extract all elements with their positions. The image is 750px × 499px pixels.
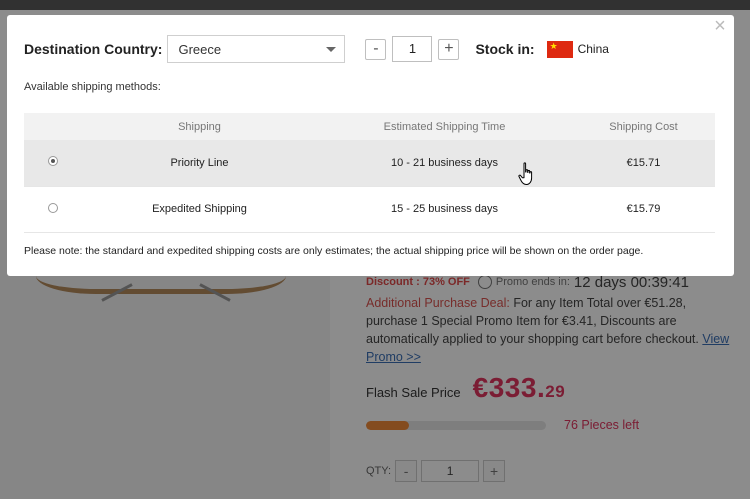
chevron-down-icon xyxy=(326,46,337,52)
close-icon[interactable]: × xyxy=(710,16,730,36)
shipping-modal: × Destination Country: Greece - 1 + Stoc… xyxy=(7,15,734,276)
shipping-cost: €15.71 xyxy=(572,140,715,187)
table-header-row: Shipping Estimated Shipping Time Shippin… xyxy=(24,113,715,140)
shipping-time: 15 - 25 business days xyxy=(317,186,572,233)
shipping-cost: €15.79 xyxy=(572,186,715,233)
stock-country: China xyxy=(577,42,609,56)
quantity-minus-button[interactable]: - xyxy=(365,38,387,60)
available-methods-label: Available shipping methods: xyxy=(24,81,161,93)
header-select xyxy=(24,113,82,140)
priority-line-radio[interactable] xyxy=(48,156,58,167)
radio-cell[interactable] xyxy=(24,186,82,233)
quantity-stepper: - 1 + xyxy=(365,36,460,62)
hand-cursor-icon xyxy=(518,162,533,185)
star-icon: ★ xyxy=(549,40,558,51)
quantity-input[interactable]: 1 xyxy=(392,36,433,62)
shipping-method: Priority Line xyxy=(82,140,317,187)
shipping-methods-table: Shipping Estimated Shipping Time Shippin… xyxy=(24,113,715,233)
header-shipping-cost: Shipping Cost xyxy=(572,113,715,140)
shipping-method: Expedited Shipping xyxy=(82,186,317,233)
shipping-note: Please note: the standard and expedited … xyxy=(24,232,715,257)
header-estimated-time: Estimated Shipping Time xyxy=(317,113,572,140)
stock-in-label: Stock in: xyxy=(475,41,535,57)
destination-label: Destination Country: xyxy=(24,41,163,57)
destination-value: Greece xyxy=(178,41,222,57)
table-row[interactable]: Expedited Shipping 15 - 25 business days… xyxy=(24,186,715,233)
header-shipping: Shipping xyxy=(82,113,317,140)
table-row[interactable]: Priority Line 10 - 21 business days €15.… xyxy=(24,140,715,187)
destination-country-select[interactable]: Greece xyxy=(167,35,346,63)
quantity-plus-button[interactable]: + xyxy=(438,38,460,60)
radio-cell[interactable] xyxy=(24,140,82,187)
expedited-shipping-radio[interactable] xyxy=(48,202,58,213)
destination-row: Destination Country: Greece - 1 + Stock … xyxy=(24,35,609,63)
china-flag-icon: ★ xyxy=(546,40,573,58)
